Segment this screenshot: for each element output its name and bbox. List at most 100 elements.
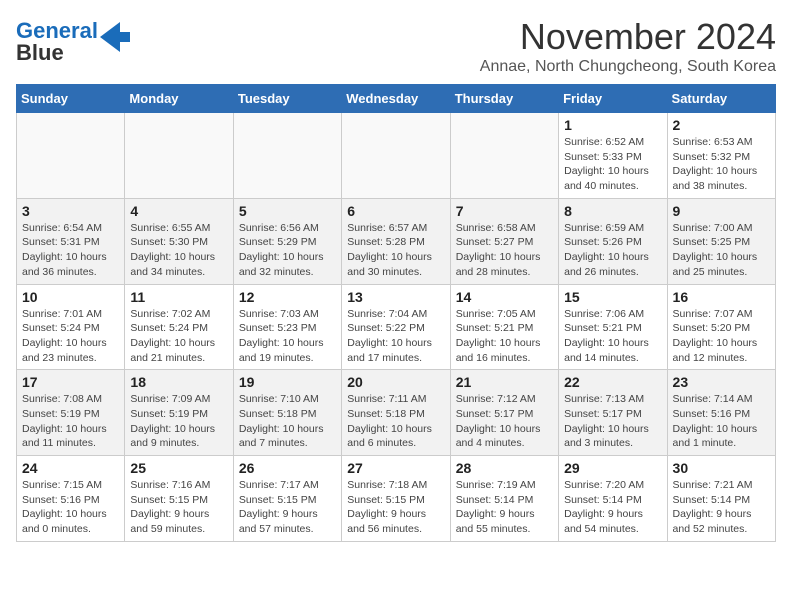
day-number: 19 (239, 374, 336, 390)
day-info: Sunrise: 7:15 AMSunset: 5:16 PMDaylight:… (22, 478, 119, 537)
day-number: 28 (456, 460, 553, 476)
day-info: Sunrise: 7:11 AMSunset: 5:18 PMDaylight:… (347, 392, 444, 451)
calendar-day-cell: 17 Sunrise: 7:08 AMSunset: 5:19 PMDayligh… (17, 370, 125, 456)
day-number: 14 (456, 289, 553, 305)
weekday-header-monday: Monday (125, 85, 233, 113)
calendar-day-cell: 21 Sunrise: 7:12 AMSunset: 5:17 PMDayligh… (450, 370, 558, 456)
day-number: 11 (130, 289, 227, 305)
day-number: 23 (673, 374, 770, 390)
day-info: Sunrise: 7:07 AMSunset: 5:20 PMDaylight:… (673, 307, 770, 366)
weekday-header-thursday: Thursday (450, 85, 558, 113)
day-number: 12 (239, 289, 336, 305)
calendar-day-cell: 18 Sunrise: 7:09 AMSunset: 5:19 PMDayligh… (125, 370, 233, 456)
day-info: Sunrise: 7:02 AMSunset: 5:24 PMDaylight:… (130, 307, 227, 366)
day-number: 2 (673, 117, 770, 133)
day-number: 6 (347, 203, 444, 219)
weekday-header-wednesday: Wednesday (342, 85, 450, 113)
calendar-day-cell: 24Sunrise: 7:15 AMSunset: 5:16 PMDayligh… (17, 456, 125, 542)
calendar-day-cell: 30Sunrise: 7:21 AMSunset: 5:14 PMDayligh… (667, 456, 775, 542)
day-info: Sunrise: 7:21 AMSunset: 5:14 PMDaylight:… (673, 478, 770, 537)
calendar-day-cell: 9 Sunrise: 7:00 AMSunset: 5:25 PMDaylight… (667, 198, 775, 284)
calendar-day-cell: 2 Sunrise: 6:53 AMSunset: 5:32 PMDaylight… (667, 113, 775, 199)
subtitle: Annae, North Chungcheong, South Korea (480, 58, 776, 76)
day-info: Sunrise: 6:57 AMSunset: 5:28 PMDaylight:… (347, 221, 444, 280)
calendar-day-cell: 3 Sunrise: 6:54 AMSunset: 5:31 PMDaylight… (17, 198, 125, 284)
calendar-week-row: 1 Sunrise: 6:52 AMSunset: 5:33 PMDaylight… (17, 113, 776, 199)
weekday-header-friday: Friday (559, 85, 667, 113)
weekday-header-tuesday: Tuesday (233, 85, 341, 113)
calendar-day-cell (233, 113, 341, 199)
weekday-header-saturday: Saturday (667, 85, 775, 113)
calendar-day-cell: 7 Sunrise: 6:58 AMSunset: 5:27 PMDaylight… (450, 198, 558, 284)
calendar-day-cell: 4Sunrise: 6:55 AMSunset: 5:30 PMDaylight… (125, 198, 233, 284)
day-number: 16 (673, 289, 770, 305)
calendar-day-cell: 28 Sunrise: 7:19 AMSunset: 5:14 PMDayligh… (450, 456, 558, 542)
day-info: Sunrise: 7:18 AMSunset: 5:15 PMDaylight:… (347, 478, 444, 537)
day-number: 29 (564, 460, 661, 476)
day-number: 5 (239, 203, 336, 219)
day-number: 3 (22, 203, 119, 219)
day-number: 26 (239, 460, 336, 476)
day-number: 9 (673, 203, 770, 219)
day-info: Sunrise: 7:03 AMSunset: 5:23 PMDaylight:… (239, 307, 336, 366)
day-number: 7 (456, 203, 553, 219)
calendar-day-cell: 12 Sunrise: 7:03 AMSunset: 5:23 PMDayligh… (233, 284, 341, 370)
calendar-day-cell: 11 Sunrise: 7:02 AMSunset: 5:24 PMDayligh… (125, 284, 233, 370)
logo-icon (100, 22, 130, 52)
day-number: 17 (22, 374, 119, 390)
calendar-day-cell: 26 Sunrise: 7:17 AMSunset: 5:15 PMDayligh… (233, 456, 341, 542)
title-area: November 2024 Annae, North Chungcheong, … (480, 16, 776, 76)
day-number: 25 (130, 460, 227, 476)
day-info: Sunrise: 6:53 AMSunset: 5:32 PMDaylight:… (673, 135, 770, 194)
calendar-day-cell: 29 Sunrise: 7:20 AMSunset: 5:14 PMDayligh… (559, 456, 667, 542)
day-info: Sunrise: 7:17 AMSunset: 5:15 PMDaylight:… (239, 478, 336, 537)
calendar-day-cell: 16 Sunrise: 7:07 AMSunset: 5:20 PMDayligh… (667, 284, 775, 370)
calendar-day-cell: 13 Sunrise: 7:04 AMSunset: 5:22 PMDayligh… (342, 284, 450, 370)
calendar-day-cell: 19 Sunrise: 7:10 AMSunset: 5:18 PMDayligh… (233, 370, 341, 456)
weekday-header-row: SundayMondayTuesdayWednesdayThursdayFrid… (17, 85, 776, 113)
day-info: Sunrise: 7:13 AMSunset: 5:17 PMDaylight:… (564, 392, 661, 451)
calendar-day-cell: 22Sunrise: 7:13 AMSunset: 5:17 PMDayligh… (559, 370, 667, 456)
day-info: Sunrise: 6:59 AMSunset: 5:26 PMDaylight:… (564, 221, 661, 280)
calendar-day-cell: 1 Sunrise: 6:52 AMSunset: 5:33 PMDaylight… (559, 113, 667, 199)
calendar-day-cell: 10Sunrise: 7:01 AMSunset: 5:24 PMDayligh… (17, 284, 125, 370)
calendar-week-row: 10Sunrise: 7:01 AMSunset: 5:24 PMDayligh… (17, 284, 776, 370)
day-info: Sunrise: 7:19 AMSunset: 5:14 PMDaylight:… (456, 478, 553, 537)
day-number: 27 (347, 460, 444, 476)
calendar-day-cell: 25 Sunrise: 7:16 AMSunset: 5:15 PMDayligh… (125, 456, 233, 542)
day-info: Sunrise: 7:00 AMSunset: 5:25 PMDaylight:… (673, 221, 770, 280)
day-info: Sunrise: 6:56 AMSunset: 5:29 PMDaylight:… (239, 221, 336, 280)
day-info: Sunrise: 7:20 AMSunset: 5:14 PMDaylight:… (564, 478, 661, 537)
day-info: Sunrise: 6:55 AMSunset: 5:30 PMDaylight:… (130, 221, 227, 280)
calendar-week-row: 3 Sunrise: 6:54 AMSunset: 5:31 PMDaylight… (17, 198, 776, 284)
day-info: Sunrise: 6:52 AMSunset: 5:33 PMDaylight:… (564, 135, 661, 194)
day-info: Sunrise: 7:04 AMSunset: 5:22 PMDaylight:… (347, 307, 444, 366)
day-number: 13 (347, 289, 444, 305)
calendar-day-cell (342, 113, 450, 199)
day-number: 1 (564, 117, 661, 133)
calendar-day-cell: 8Sunrise: 6:59 AMSunset: 5:26 PMDaylight… (559, 198, 667, 284)
day-info: Sunrise: 7:06 AMSunset: 5:21 PMDaylight:… (564, 307, 661, 366)
day-info: Sunrise: 6:58 AMSunset: 5:27 PMDaylight:… (456, 221, 553, 280)
day-info: Sunrise: 7:09 AMSunset: 5:19 PMDaylight:… (130, 392, 227, 451)
day-number: 18 (130, 374, 227, 390)
logo: General Blue (16, 20, 130, 64)
day-info: Sunrise: 6:54 AMSunset: 5:31 PMDaylight:… (22, 221, 119, 280)
day-info: Sunrise: 7:01 AMSunset: 5:24 PMDaylight:… (22, 307, 119, 366)
weekday-header-sunday: Sunday (17, 85, 125, 113)
day-number: 21 (456, 374, 553, 390)
calendar-day-cell: 23Sunrise: 7:14 AMSunset: 5:16 PMDayligh… (667, 370, 775, 456)
day-info: Sunrise: 7:16 AMSunset: 5:15 PMDaylight:… (130, 478, 227, 537)
calendar-week-row: 17 Sunrise: 7:08 AMSunset: 5:19 PMDayligh… (17, 370, 776, 456)
day-info: Sunrise: 7:08 AMSunset: 5:19 PMDaylight:… (22, 392, 119, 451)
day-info: Sunrise: 7:10 AMSunset: 5:18 PMDaylight:… (239, 392, 336, 451)
logo-part2: Blue (16, 40, 64, 65)
day-info: Sunrise: 7:12 AMSunset: 5:17 PMDaylight:… (456, 392, 553, 451)
calendar-day-cell: 27 Sunrise: 7:18 AMSunset: 5:15 PMDayligh… (342, 456, 450, 542)
calendar-day-cell (125, 113, 233, 199)
calendar-day-cell (17, 113, 125, 199)
calendar-day-cell: 15Sunrise: 7:06 AMSunset: 5:21 PMDayligh… (559, 284, 667, 370)
calendar-day-cell: 6 Sunrise: 6:57 AMSunset: 5:28 PMDaylight… (342, 198, 450, 284)
day-info: Sunrise: 7:05 AMSunset: 5:21 PMDaylight:… (456, 307, 553, 366)
calendar-week-row: 24Sunrise: 7:15 AMSunset: 5:16 PMDayligh… (17, 456, 776, 542)
